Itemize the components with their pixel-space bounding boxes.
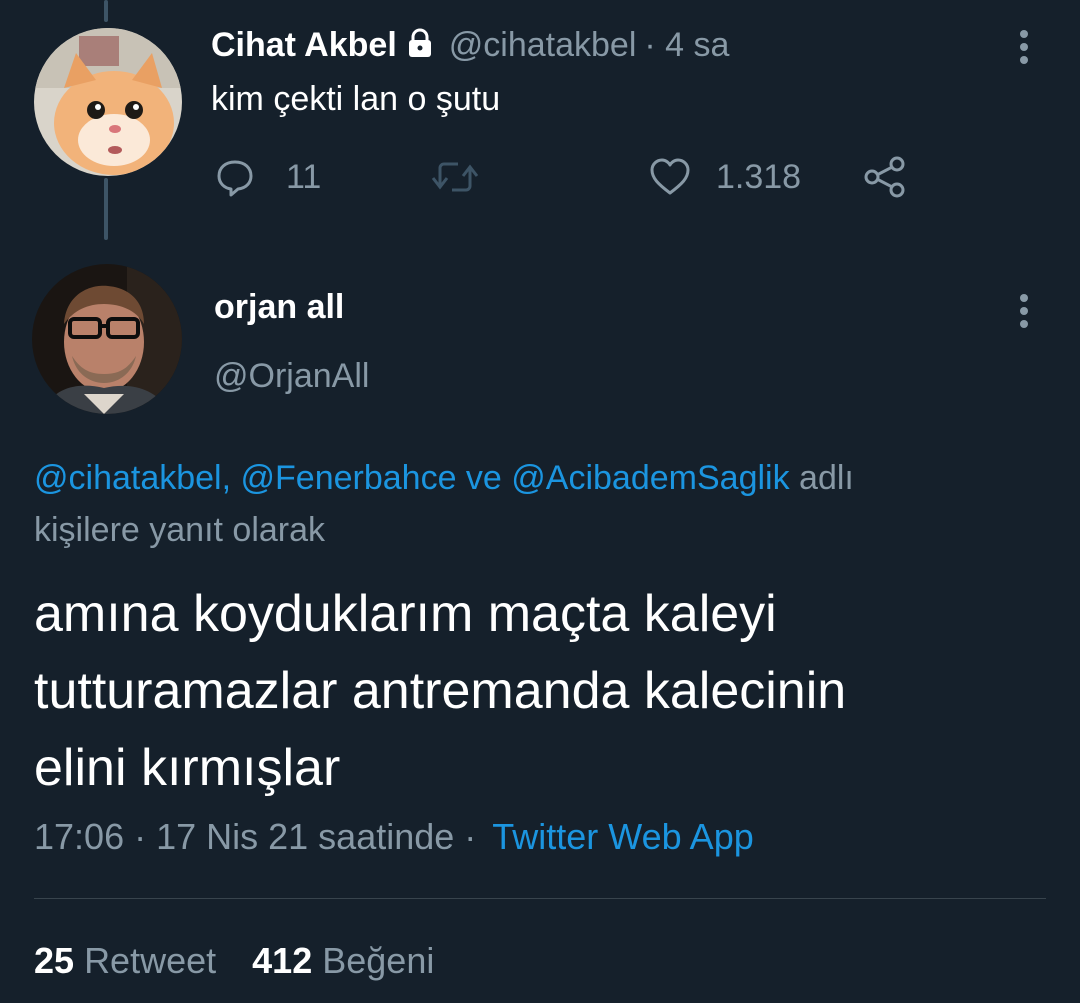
tweet-stats: 25 Retweet 412 Beğeni [34, 940, 434, 982]
parent-header: Cihat Akbel @cihatakbel · 4 sa [211, 23, 729, 67]
reply-context-suffix: adlı [799, 459, 854, 497]
more-icon[interactable] [1019, 294, 1029, 333]
handle[interactable]: @OrjanAll [214, 357, 369, 396]
more-icon[interactable] [1019, 30, 1029, 69]
retweets-label: Retweet [84, 940, 217, 981]
thread-line [104, 178, 108, 240]
handle[interactable]: @cihatakbel [449, 26, 637, 65]
tweet-text-line: amına koyduklarım maçta kaleyi [34, 585, 777, 643]
retweets-stat[interactable]: 25 Retweet [34, 940, 226, 981]
retweets-count: 25 [34, 940, 75, 981]
tweet-text: kim çekti lan o şutu [211, 80, 501, 118]
tweet-time[interactable]: · 4 sa [644, 26, 729, 65]
retweet-icon [431, 162, 479, 192]
reply-icon [217, 160, 253, 197]
tweet-text-line: elini kırmışlar [34, 739, 341, 797]
share-button[interactable] [862, 154, 908, 200]
likes-label: Beğeni [322, 940, 435, 981]
reply-context: @cihatakbel, @Fenerbahce ve @AcibademSag… [34, 452, 854, 556]
like-button[interactable]: 1.318 [648, 154, 801, 200]
divider [34, 898, 1046, 899]
share-icon [864, 156, 905, 198]
display-name[interactable]: orjan all [214, 288, 344, 327]
timestamp[interactable]: 17:06 · 17 Nis 21 saatinde · [34, 816, 476, 857]
tweet-text-line: tutturamazlar antremanda kalecinin [34, 662, 847, 720]
lock-icon [405, 27, 435, 64]
cat-avatar-image [34, 28, 182, 176]
retweet-button[interactable] [430, 154, 480, 200]
reply-count: 11 [286, 157, 322, 196]
source-link[interactable]: Twitter Web App [492, 816, 753, 857]
tweet-meta: 17:06 · 17 Nis 21 saatinde · Twitter Web… [34, 816, 754, 858]
likes-stat[interactable]: 412 Beğeni [252, 940, 434, 981]
like-count: 1.318 [716, 157, 802, 196]
thread-line [104, 0, 108, 22]
display-name[interactable]: Cihat Akbel [211, 26, 397, 65]
tweet-text: amına koyduklarım maçta kaleyi tutturama… [34, 576, 846, 807]
reply-context-line2: kişilere yanıt olarak [34, 511, 326, 549]
avatar[interactable] [32, 264, 182, 414]
likes-count: 412 [252, 940, 313, 981]
avatar[interactable] [34, 28, 182, 176]
like-icon [650, 158, 690, 195]
mentions-link[interactable]: @cihatakbel, @Fenerbahce ve @AcibademSag… [34, 459, 790, 497]
man-avatar-image [32, 264, 182, 414]
reply-button[interactable]: 11 [214, 154, 321, 200]
